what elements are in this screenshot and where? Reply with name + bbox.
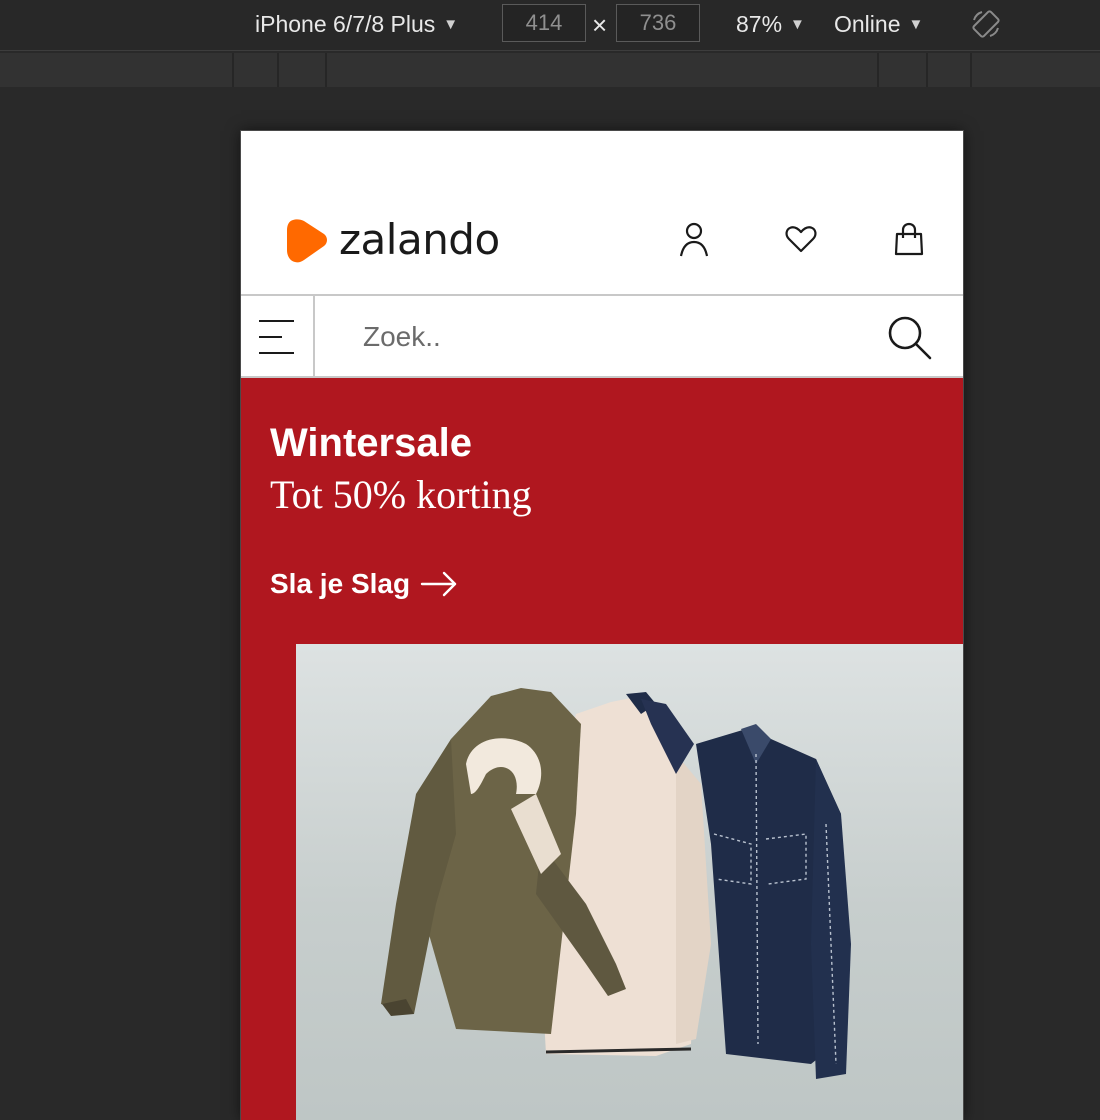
chevron-down-icon: ▼	[443, 16, 459, 33]
promo-subtitle: Tot 50% korting	[270, 472, 532, 517]
clothing-illustration	[381, 688, 851, 1079]
network-select[interactable]: Online ▼	[834, 10, 923, 40]
chevron-down-icon: ▼	[790, 16, 805, 33]
denim-jacket-shape	[696, 724, 851, 1079]
device-toolbar: iPhone 6/7/8 Plus ▼ 414 × 736 87% ▼ Online…	[0, 0, 1100, 51]
site-header: zalando	[241, 131, 963, 296]
promo-banner[interactable]: Wintersale Tot 50% korting Sla je Slag	[241, 378, 963, 1120]
media-query-divider	[277, 53, 279, 87]
device-label: iPhone 6/7/8 Plus	[255, 11, 436, 37]
media-query-divider	[232, 53, 234, 87]
media-query-divider	[877, 53, 879, 87]
device-select[interactable]: iPhone 6/7/8 Plus ▼	[255, 10, 458, 40]
dimension-separator: ×	[592, 10, 608, 40]
media-query-divider	[970, 53, 972, 87]
menu-button[interactable]	[241, 296, 315, 376]
media-query-divider	[325, 53, 327, 87]
media-query-divider	[926, 53, 928, 87]
arrow-right-icon	[420, 571, 457, 597]
zalando-logo[interactable]: zalando	[285, 215, 500, 265]
promo-image	[296, 644, 963, 1120]
media-query-bar	[0, 53, 1100, 87]
rotate-icon[interactable]	[970, 8, 1002, 40]
chevron-down-icon: ▼	[908, 16, 924, 33]
zoom-label: 87%	[736, 11, 783, 37]
search-icon[interactable]	[884, 312, 934, 362]
hamburger-icon	[259, 320, 294, 354]
user-icon[interactable]	[677, 221, 711, 257]
search-bar	[241, 296, 963, 378]
promo-title: Wintersale	[270, 421, 472, 465]
bag-icon[interactable]	[892, 221, 926, 257]
network-label: Online	[834, 11, 901, 37]
width-input[interactable]: 414	[502, 4, 586, 42]
promo-cta-label: Sla je Slag	[270, 568, 411, 599]
height-input[interactable]: 736	[616, 4, 700, 42]
logo-text: zalando	[339, 215, 500, 264]
zoom-select[interactable]: 87% ▼	[736, 10, 805, 40]
promo-cta-link[interactable]: Sla je Slag	[270, 568, 458, 600]
zalando-logo-icon	[287, 219, 327, 263]
heart-icon[interactable]	[784, 221, 818, 257]
search-input[interactable]	[363, 318, 883, 356]
device-viewport: zalando Zoek.. Wintersale Tot 50% kortin…	[240, 130, 964, 1120]
